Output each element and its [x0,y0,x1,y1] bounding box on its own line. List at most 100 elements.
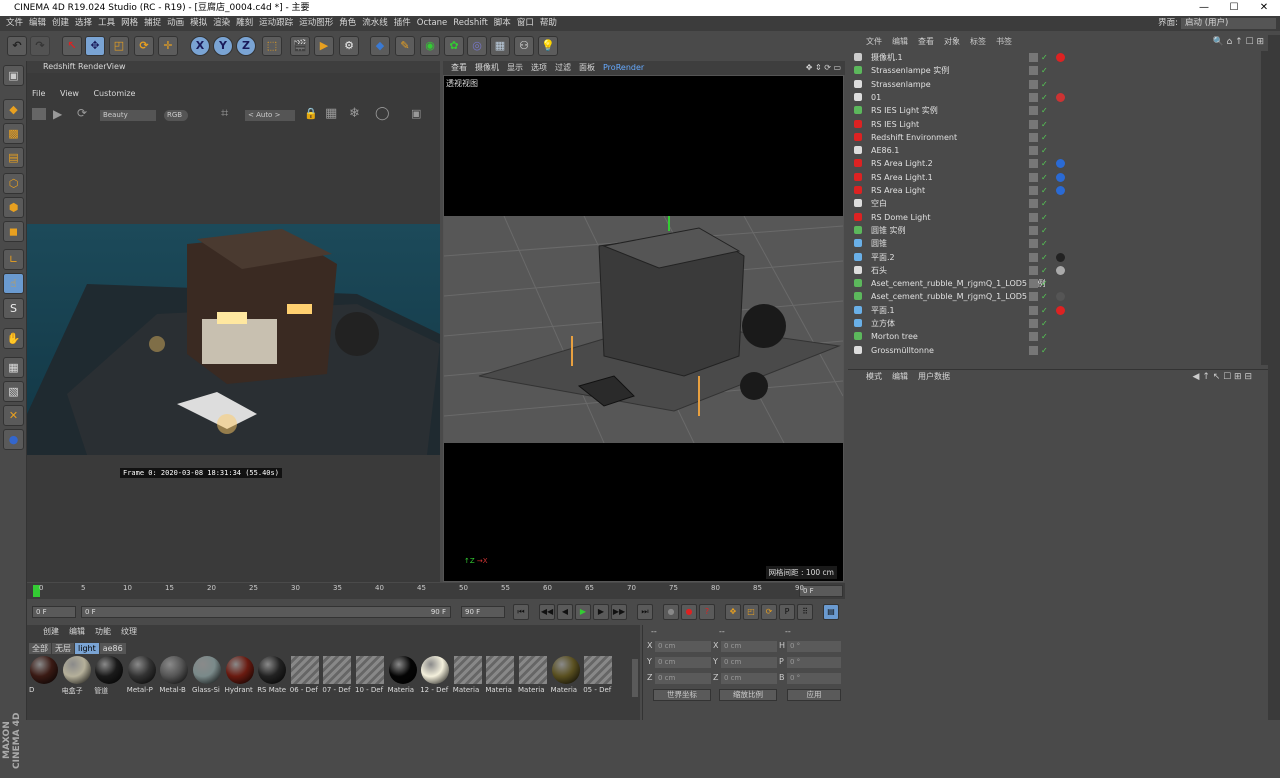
sculpt-button[interactable]: ✋ [3,328,24,349]
enabled-check-icon[interactable]: ✓ [1041,51,1048,64]
live-select-button[interactable]: ↖ [62,36,82,56]
menu-item[interactable]: 捕捉 [144,18,161,28]
render-picture-viewer-button[interactable]: ▶ [314,36,334,56]
object-row[interactable]: Strassenlampe 实例 ✓ [854,64,1252,77]
object-row[interactable]: Strassenlampe ✓ [854,78,1252,91]
object-tag-icon[interactable] [1056,159,1065,169]
timeline-ruler[interactable]: 0 F 0 5 10 15 20 25 30 35 40 45 50 55 60 65 70 75 80 85 90 [27,583,845,599]
menu-item[interactable]: 编辑 [29,18,46,28]
object-tag-icon[interactable] [1056,265,1065,275]
maximize-icon[interactable]: ☐ [1220,0,1248,16]
enabled-check-icon[interactable]: ✓ [1041,264,1048,277]
z-axis-button[interactable]: Z [236,36,256,56]
attribute-menu-item[interactable]: 用户数据 [918,372,950,381]
enabled-check-icon[interactable]: ✓ [1041,104,1048,117]
model-mode-button[interactable]: ◆ [3,99,24,120]
menu-item[interactable]: 流水线 [362,18,388,28]
array-generator-button[interactable]: ✿ [444,36,464,56]
viewport-menu-item[interactable]: 过滤 [555,63,571,72]
auto-key-button[interactable]: ● [681,604,697,620]
menu-item[interactable]: Redshift [453,18,488,28]
material-swatch[interactable]: Metal-P [127,656,157,698]
attribute-nav-icons[interactable]: ◀ ↑ ↖ ☐ ⊞ ⊟ [1193,372,1252,382]
enabled-check-icon[interactable]: ✓ [1041,131,1048,144]
visibility-toggle-icon[interactable] [1029,172,1038,182]
visibility-toggle-icon[interactable] [1029,345,1038,355]
enabled-check-icon[interactable]: ✓ [1041,290,1048,303]
solo-button[interactable]: ✕ [3,405,24,426]
object-row[interactable]: 01 ✓ [854,91,1252,104]
menu-item[interactable]: 模拟 [190,18,207,28]
object-manager-nav-icons[interactable]: 🔍 ⌂ ↑ ☐ ⊞ [1212,37,1264,47]
material-swatch[interactable]: 05 - Def [583,656,613,698]
menu-item[interactable]: 工具 [98,18,115,28]
object-tag-icon[interactable] [1056,292,1065,302]
object-row[interactable]: 平面.1 ✓ [854,304,1252,317]
enabled-check-icon[interactable]: ✓ [1041,304,1048,317]
object-menu-item[interactable]: 查看 [918,37,934,46]
object-row[interactable]: Redshift Environment ✓ [854,131,1252,144]
coord-size-field[interactable]: 0 cm [721,673,777,684]
visibility-toggle-icon[interactable] [1029,53,1038,62]
enabled-check-icon[interactable]: ✓ [1041,197,1048,210]
object-row[interactable]: Grossmülltonne ✓ [854,344,1252,357]
previous-key-button[interactable]: ◀◀ [539,604,555,620]
visibility-toggle-icon[interactable] [1029,199,1038,209]
object-row[interactable]: RS IES Light ✓ [854,118,1252,131]
material-swatch[interactable]: RS Mate [257,656,287,698]
coord-size-field[interactable]: 0 cm [721,641,777,652]
viewport-nav-icons[interactable]: ✥ ⇕ ⟳ ▭ [806,61,841,75]
lock-workplane-button[interactable]: ▦ [3,357,24,378]
y-axis-button[interactable]: Y [213,36,233,56]
snowflake-icon[interactable]: ❄ [349,106,360,121]
visibility-toggle-icon[interactable] [1029,106,1038,116]
refresh-render-icon[interactable]: ⟳ [77,106,87,120]
material-swatch[interactable]: Glass-Si [192,656,222,698]
object-tag-icon[interactable] [1056,53,1065,62]
material-swatch[interactable]: Metal-B [159,656,189,698]
timeline-window-button[interactable]: ▤ [823,604,839,620]
polygons-mode-button[interactable]: ◼ [3,221,24,242]
workplane-mode-button[interactable]: ▤ [3,147,24,168]
object-tag-icon[interactable] [1056,305,1065,315]
attribute-menu-item[interactable]: 模式 [866,372,882,381]
scale-mode-dropdown[interactable]: 缩放比例 [719,689,777,701]
enabled-check-icon[interactable]: ✓ [1041,118,1048,131]
camera-object-button[interactable]: ⚇ [514,36,534,56]
enabled-check-icon[interactable]: ✓ [1041,64,1048,77]
key-position-button[interactable]: ✥ [725,604,741,620]
light-object-button[interactable]: 💡 [538,36,558,56]
object-scrollbar[interactable] [1261,51,1268,365]
coord-size-field[interactable]: 0 cm [721,657,777,668]
planar-workplane-button[interactable]: ▧ [3,381,24,402]
menu-item[interactable]: 角色 [339,18,356,28]
enabled-check-icon[interactable]: ✓ [1041,251,1048,264]
close-icon[interactable]: ✕ [1250,0,1278,16]
play-button[interactable]: ▶ [575,604,591,620]
material-menu-item[interactable]: 编辑 [69,627,85,636]
cube-object-button[interactable]: ◆ [370,36,390,56]
enabled-check-icon[interactable]: ✓ [1041,171,1048,184]
material-layer-tab[interactable]: light [75,643,99,654]
object-menu-item[interactable]: 对象 [944,37,960,46]
viewport-menu-item[interactable]: 选项 [531,63,547,72]
rotate-tool-button[interactable]: ⟳ [134,36,154,56]
perspective-viewport[interactable]: 透视视图 ↑Z →X 网格间距 : 100 cm [443,75,844,582]
viewport-menu-item[interactable]: 查看 [451,63,467,72]
visibility-toggle-icon[interactable] [1029,239,1038,249]
apply-button[interactable]: 应用 [787,689,841,701]
enabled-check-icon[interactable]: ✓ [1041,144,1048,157]
object-tag-icon[interactable] [1056,92,1065,102]
enabled-check-icon[interactable]: ✓ [1041,277,1048,290]
enabled-check-icon[interactable]: ✓ [1041,157,1048,170]
frame-range-slider[interactable]: 0 F 90 F [81,606,451,618]
menu-item[interactable]: 运动图形 [299,18,333,28]
object-row[interactable]: 圆锥 ✓ [854,237,1252,250]
menu-item[interactable]: 窗口 [517,18,534,28]
max-frame-field[interactable]: 90 F [461,606,505,618]
object-row[interactable]: RS Area Light ✓ [854,184,1252,197]
enabled-check-icon[interactable]: ✓ [1041,317,1048,330]
play-render-icon[interactable]: ▶ [53,107,62,121]
edges-mode-button[interactable]: ⬢ [3,197,24,218]
viewport-menu-item[interactable]: 显示 [507,63,523,72]
